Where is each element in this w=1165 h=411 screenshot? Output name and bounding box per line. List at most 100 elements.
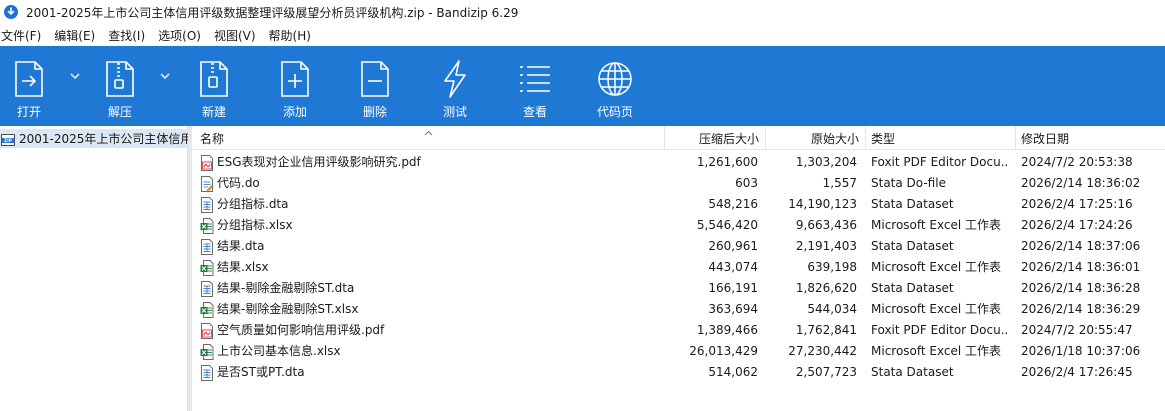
zip-archive-icon: ZIP (1, 132, 15, 146)
open-label: 打开 (16, 105, 41, 119)
open-dropdown-chevron-icon[interactable] (69, 70, 81, 82)
extract-dropdown-chevron-icon[interactable] (159, 70, 171, 82)
file-name: 空气质量如何影响信用评级.pdf (217, 323, 385, 337)
file-row[interactable]: 是否ST或PT.dta 514,062 2,507,723 Stata Dataset… (192, 362, 1165, 383)
file-name-cell: 代码.do (200, 173, 660, 194)
folder-tree: ZIP 2001-2025年上市公司主体信用评级数据整理评级展望分析员评级机构.… (0, 126, 188, 411)
file-list-header: 名称 压缩后大小 原始大小 类型 修改日期 (192, 126, 1165, 150)
file-row[interactable]: 上市公司基本信息.xlsx 26,013,429 27,230,442 Microso… (192, 341, 1165, 362)
column-header-original-size[interactable]: 原始大小 (766, 126, 865, 150)
file-name: 上市公司基本信息.xlsx (217, 344, 341, 358)
file-name: ESG表现对企业信用评级影响研究.pdf (217, 155, 421, 169)
file-name: 代码.do (217, 176, 260, 190)
file-row[interactable]: 代码.do 603 1,557 Stata Do-file 2026/2/14 18:3… (192, 173, 1165, 194)
file-original-size: 1,826,620 (795, 281, 857, 295)
file-row[interactable]: 结果-剔除金融剔除ST.xlsx 363,694 544,034 Microsoft … (192, 299, 1165, 320)
file-original-size: 14,190,123 (788, 197, 857, 211)
file-compressed-size: 363,694 (708, 302, 758, 316)
file-compressed-size: 548,216 (708, 197, 758, 211)
file-type: Foxit PDF Editor Docu... (871, 323, 1009, 337)
file-name: 是否ST或PT.dta (217, 365, 305, 379)
menu-options[interactable]: 选项(O) (157, 27, 202, 44)
delete-button[interactable]: 删除 (355, 46, 395, 126)
file-row[interactable]: 空气质量如何影响信用评级.pdf 1,389,466 1,762,841 Foxit … (192, 320, 1165, 341)
extract-icon (100, 59, 140, 99)
file-modified-date: 2026/2/14 18:36:29 (1021, 302, 1141, 316)
menu-edit[interactable]: 编辑(E) (53, 27, 96, 44)
view-button[interactable]: 查看 (515, 46, 555, 126)
codepage-button[interactable]: 代码页 (595, 46, 635, 126)
file-name-cell: 是否ST或PT.dta (200, 362, 660, 383)
dta-file-icon (200, 238, 214, 255)
file-name: 结果.xlsx (217, 260, 269, 274)
open-icon (9, 59, 49, 99)
extract-button[interactable]: 解压 (100, 46, 140, 126)
new-archive-label: 新建 (201, 105, 226, 119)
file-type: Stata Dataset (871, 197, 954, 211)
test-button[interactable]: 测试 (435, 46, 475, 126)
file-row[interactable]: 结果.dta 260,961 2,191,403 Stata Dataset 2026/… (192, 236, 1165, 257)
file-list: 名称 压缩后大小 原始大小 类型 修改日期 ESG表现对企业信用评级影响研究.p… (192, 126, 1165, 411)
tree-root-label: 2001-2025年上市公司主体信用评级数据整理评级展望分析员评级机构.zip (19, 132, 188, 146)
pdf-icon (200, 322, 214, 339)
file-modified-date: 2024/7/2 20:55:47 (1021, 323, 1133, 337)
add-label: 添加 (282, 105, 307, 119)
file-row[interactable]: 结果.xlsx 443,074 639,198 Microsoft Excel 工作表… (192, 257, 1165, 278)
file-type: Stata Dataset (871, 281, 954, 295)
column-header-compressed-size[interactable]: 压缩后大小 (665, 126, 765, 150)
extract-label: 解压 (107, 105, 132, 119)
view-list-icon (515, 59, 555, 99)
window-title: 2001-2025年上市公司主体信用评级数据整理评级展望分析员评级机构.zip … (26, 5, 519, 20)
delete-label: 删除 (362, 105, 387, 119)
file-name-cell: 分组指标.xlsx (200, 215, 660, 236)
toolbar: 打开 解压 新建 添加 删除 测试 查看 代码页 (0, 46, 1165, 126)
file-compressed-size: 26,013,429 (689, 344, 758, 358)
column-header-type[interactable]: 类型 (865, 126, 1015, 150)
do-file-icon (200, 175, 214, 192)
file-name-cell: ESG表现对企业信用评级影响研究.pdf (200, 152, 660, 173)
menu-view[interactable]: 视图(V) (213, 27, 257, 44)
file-modified-date: 2026/2/14 18:36:28 (1021, 281, 1141, 295)
file-row[interactable]: 结果-剔除金融剔除ST.dta 166,191 1,826,620 Stata Dat… (192, 278, 1165, 299)
file-modified-date: 2026/2/4 17:26:45 (1021, 365, 1133, 379)
menu-help[interactable]: 帮助(H) (268, 27, 312, 44)
excel-icon (200, 259, 214, 276)
file-modified-date: 2026/2/14 18:36:01 (1021, 260, 1141, 274)
file-original-size: 9,663,436 (795, 218, 857, 232)
file-original-size: 2,507,723 (795, 365, 857, 379)
menu-find[interactable]: 查找(I) (107, 27, 146, 44)
file-row[interactable]: 分组指标.xlsx 5,546,420 9,663,436 Microsoft Exc… (192, 215, 1165, 236)
dta-file-icon (200, 280, 214, 297)
test-label: 测试 (442, 105, 467, 119)
column-header-name[interactable]: 名称 (194, 126, 664, 150)
file-original-size: 544,034 (807, 302, 857, 316)
file-row[interactable]: 分组指标.dta 548,216 14,190,123 Stata Dataset 20… (192, 194, 1165, 215)
file-name-cell: 结果.xlsx (200, 257, 660, 278)
file-modified-date: 2026/2/4 17:25:16 (1021, 197, 1133, 211)
column-header-modified-date[interactable]: 修改日期 (1015, 126, 1165, 150)
file-compressed-size: 514,062 (708, 365, 758, 379)
add-button[interactable]: 添加 (275, 46, 315, 126)
tree-root-archive[interactable]: ZIP 2001-2025年上市公司主体信用评级数据整理评级展望分析员评级机构.… (0, 129, 188, 148)
bandizip-logo-icon (4, 5, 18, 19)
file-row[interactable]: ESG表现对企业信用评级影响研究.pdf 1,261,600 1,303,204 Fo… (192, 152, 1165, 173)
file-original-size: 2,191,403 (795, 239, 857, 253)
file-compressed-size: 1,389,466 (696, 323, 758, 337)
file-name-cell: 上市公司基本信息.xlsx (200, 341, 660, 362)
file-name-cell: 结果-剔除金融剔除ST.xlsx (200, 299, 660, 320)
file-type: Microsoft Excel 工作表 (871, 260, 1002, 274)
file-modified-date: 2024/7/2 20:53:38 (1021, 155, 1133, 169)
file-compressed-size: 443,074 (708, 260, 758, 274)
file-type: Microsoft Excel 工作表 (871, 302, 1002, 316)
open-button[interactable]: 打开 (9, 46, 49, 126)
file-type: Microsoft Excel 工作表 (871, 344, 1002, 358)
file-original-size: 27,230,442 (788, 344, 857, 358)
file-name-cell: 结果-剔除金融剔除ST.dta (200, 278, 660, 299)
file-type: Stata Do-file (871, 176, 946, 190)
new-archive-button[interactable]: 新建 (194, 46, 234, 126)
codepage-globe-icon (595, 59, 635, 99)
file-compressed-size: 1,261,600 (696, 155, 758, 169)
menu-file[interactable]: 文件(F) (0, 27, 42, 44)
file-original-size: 1,762,841 (795, 323, 857, 337)
codepage-label: 代码页 (596, 105, 633, 119)
